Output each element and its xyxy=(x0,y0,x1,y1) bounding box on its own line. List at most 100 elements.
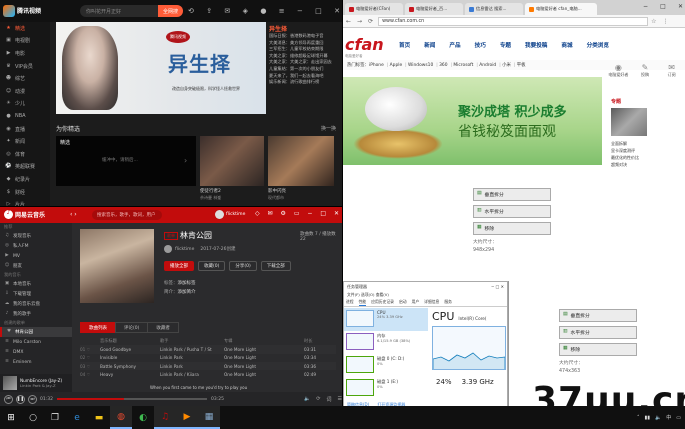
news-item[interactable]: 国际日报：香港数码港电子音 xyxy=(269,33,339,40)
sidebar-item[interactable]: ★ 精选 xyxy=(0,22,50,35)
owner-avatar[interactable] xyxy=(164,245,172,253)
card-title-2[interactable]: 影中闪亮 xyxy=(268,188,286,194)
sidebar-item[interactable]: ▶ MV xyxy=(0,251,72,261)
minimize-icon[interactable]: − xyxy=(297,7,303,15)
hot-tag[interactable]: 平板 xyxy=(517,63,526,68)
next-icon[interactable]: › xyxy=(184,156,187,165)
sidebar-item[interactable]: $ 财经 xyxy=(0,186,50,199)
minimize-icon[interactable]: − xyxy=(307,210,312,217)
star-icon[interactable]: ☆ xyxy=(651,18,656,25)
tab-song-list[interactable]: 歌曲列表 xyxy=(80,322,116,333)
news-highlight[interactable]: 异生择 xyxy=(269,24,339,33)
table-row[interactable]: 03 ♡ Battle Symphony Linkin Park One More L… xyxy=(80,361,336,371)
browser-tab-1[interactable]: 电脑爱好者(CFan) xyxy=(345,3,403,15)
ad-banner[interactable]: 聚沙成塔 积少成多 省钱秘笈面面观 xyxy=(343,77,602,165)
tm-tab[interactable]: 详细信息 xyxy=(424,299,439,305)
play-all-button[interactable]: 播放全部 xyxy=(164,261,194,271)
right-icon-3[interactable]: ✉ 订阅 xyxy=(661,64,683,84)
vertical-split-button[interactable]: ▤ 垂直拆分 xyxy=(473,188,551,201)
column-header[interactable]: 音乐标题 xyxy=(100,338,160,344)
start-button[interactable]: ⊞ xyxy=(0,406,22,429)
menu-icon[interactable]: ≡ xyxy=(279,7,285,15)
browser-tab-3[interactable]: 信息雷达 搜索... xyxy=(465,3,523,15)
address-bar[interactable]: www.cfan.com.cn xyxy=(378,16,649,26)
sidebar-item[interactable]: ♪ 我的歌手 xyxy=(0,309,72,319)
hot-tag[interactable]: Microsoft xyxy=(453,63,473,68)
sidebar-item[interactable]: ☺ 动漫 xyxy=(0,85,50,98)
right-item[interactable]: 显卡深度测评 xyxy=(611,147,639,154)
remove-button[interactable]: ▦ 移除 xyxy=(559,343,637,356)
tm-tab[interactable]: 进程 xyxy=(346,299,354,305)
minimize-icon[interactable]: − xyxy=(643,3,648,10)
task-manager-icon[interactable]: ▦ xyxy=(198,406,220,429)
site-menu-item[interactable]: 商城 xyxy=(561,41,572,49)
sidebar-item[interactable]: ● NBA xyxy=(0,110,50,123)
tm-tab[interactable]: 用户 xyxy=(412,299,420,305)
back-icon[interactable]: ← xyxy=(346,18,351,25)
now-playing-mini[interactable]: NumbEncore (Jay-Z) Linkin Park & Jay-Z xyxy=(0,374,72,392)
sidebar-item[interactable]: ⚽ 英超联赛 xyxy=(0,161,50,174)
column-header[interactable]: 专辑 xyxy=(224,338,304,344)
sidebar-item[interactable]: ☁ 我的音乐云盘 xyxy=(0,299,72,309)
chrome-icon[interactable]: ◍ xyxy=(110,406,132,429)
sidebar-item[interactable]: ≡ Milo Carston xyxy=(0,337,72,347)
file-explorer-icon[interactable]: ▬ xyxy=(88,406,110,429)
sidebar-item[interactable]: ♫ 发现音乐 xyxy=(0,231,72,241)
tm-window-controls-icon[interactable]: − □ ✕ xyxy=(491,284,507,289)
right-item[interactable]: 超频对决 xyxy=(611,161,639,168)
hot-tag[interactable]: 360 xyxy=(439,63,447,68)
news-item[interactable]: 大美之家：维修超级足球馆开幕 xyxy=(269,53,339,60)
tencent-video-icon[interactable]: ▶ xyxy=(176,406,198,429)
playlist-icon[interactable]: ☰ xyxy=(338,396,342,402)
sidebar-item[interactable]: ♥ 林肯公园 xyxy=(0,327,72,337)
sidebar-item[interactable]: ✦ 新闻 xyxy=(0,135,50,148)
sidebar-item[interactable]: ◎ 体育 xyxy=(0,148,50,161)
right-icon-2[interactable]: ✎ 投稿 xyxy=(634,64,656,84)
right-item[interactable]: 全面拆解 xyxy=(611,140,639,147)
sidebar-item[interactable]: ◎ 私人FM xyxy=(0,241,72,251)
wechat-icon[interactable]: ◐ xyxy=(132,406,154,429)
hot-tag[interactable]: Android xyxy=(479,63,496,68)
volume-icon[interactable]: 🔈 xyxy=(655,415,661,421)
nav-arrows-icon[interactable]: ‹ › xyxy=(70,211,77,218)
notification-icon[interactable]: ▭ xyxy=(676,415,681,421)
video-logo[interactable]: 腾讯视频 xyxy=(3,4,48,17)
right-icon-1[interactable]: ◉ 电脑爱好者 xyxy=(607,64,629,84)
close-icon[interactable]: ✕ xyxy=(334,7,340,15)
tm-tab[interactable]: 启动 xyxy=(399,299,407,305)
avatar-icon[interactable]: ● xyxy=(260,7,266,15)
column-header[interactable]: 时长 xyxy=(304,338,334,344)
shirt-icon[interactable]: ◇ xyxy=(255,210,260,217)
site-menu-item[interactable]: 专题 xyxy=(500,41,511,49)
table-row[interactable]: 01 ♡ Good Goodbye Linkin Park / Pusha T / … xyxy=(80,345,336,354)
prev-icon[interactable]: ⏮ xyxy=(4,394,13,404)
refresh-button[interactable]: 换一换 xyxy=(321,125,336,132)
share-button[interactable]: 分享(0) xyxy=(229,261,257,271)
site-menu-item[interactable]: 新闻 xyxy=(424,41,435,49)
next-icon[interactable]: ⏭ xyxy=(28,394,37,404)
collect-button[interactable]: 收藏(0) xyxy=(198,261,226,271)
browser-tab-2[interactable]: 电脑爱好者_百... xyxy=(405,3,463,15)
tm-tab[interactable]: 服务 xyxy=(444,299,452,305)
news-item[interactable]: 大美之家：大美之家：走出家园去 xyxy=(269,59,339,66)
maximize-icon[interactable]: □ xyxy=(660,3,666,10)
tab-collectors[interactable]: 收藏者 xyxy=(147,322,179,333)
sidebar-item[interactable]: ▣ 电视剧 xyxy=(0,35,50,48)
banner-prev-icon[interactable]: ‹ xyxy=(62,62,65,71)
sidebar-item[interactable]: ☀ 少儿 xyxy=(0,98,50,111)
card-title-1[interactable]: 使徒行者2 xyxy=(200,188,221,194)
desc-value[interactable]: 添加简介 xyxy=(178,290,196,295)
close-icon[interactable]: ✕ xyxy=(334,210,339,217)
browser-menu-icon[interactable]: ⋮ xyxy=(662,18,668,25)
news-item[interactable]: 娱乐新闻：流行歌曲排行榜 xyxy=(269,79,339,86)
tray-arrow-icon[interactable]: ˄ xyxy=(637,415,640,421)
video-preview[interactable]: 精选 缓冲中，请稍后... › xyxy=(56,136,196,186)
forward-icon[interactable]: → xyxy=(357,18,362,25)
download-all-button[interactable]: 下载全部 xyxy=(260,261,291,271)
tm-resource-item[interactable]: 磁盘 0 (C: D:) 0% xyxy=(344,354,428,377)
right-thumbnail[interactable] xyxy=(611,108,647,136)
tm-resource-item[interactable]: 内存 6.1/15.9 GB (38%) xyxy=(344,331,428,354)
horizontal-split-button[interactable]: ▥ 水平拆分 xyxy=(559,326,637,339)
reload-icon[interactable]: ⟳ xyxy=(368,18,373,25)
news-item[interactable]: 夏天来了，我们一起去看海吧 xyxy=(269,73,339,80)
